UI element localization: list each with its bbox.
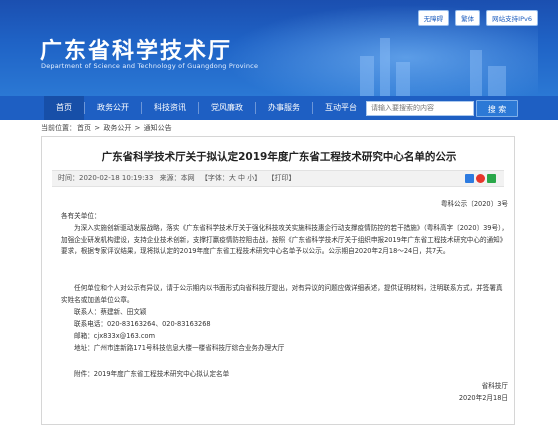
publish-time: 时间：2020-02-18 10:19:33 (58, 174, 154, 182)
breadcrumb-item-home[interactable]: 首页 (77, 124, 91, 132)
issuer: 省科技厅 (481, 382, 508, 390)
paragraph-2: 任何单位和个人对公示有异议，请于公示期内以书面形式向省科技厅提出，对有异议的问题… (61, 284, 503, 304)
font-size-switcher[interactable]: 【字体：大 中 小】 (201, 174, 261, 182)
article-title: 广东省科学技术厅关于拟认定2019年度广东省工程技术研究中心名单的公示 (101, 151, 457, 163)
breadcrumb-separator: > (92, 124, 103, 132)
traditional-chinese-link[interactable]: 繁体 (455, 10, 481, 26)
main-nav: 首页 政务公开 科技资讯 党风廉政 办事服务 互动平台 (0, 96, 558, 120)
share-qzone-icon[interactable] (465, 174, 474, 183)
nav-item-home[interactable]: 首页 (44, 96, 84, 120)
article-meta-bar: 时间：2020-02-18 10:19:33 来源：本网 【字体：大 中 小】 … (52, 170, 504, 187)
breadcrumb-label: 当前位置： (41, 124, 76, 132)
article-source: 来源：本网 (159, 174, 195, 182)
accessibility-link[interactable]: 无障碍 (417, 10, 450, 26)
skyline-decoration (360, 56, 374, 96)
breadcrumb-separator: > (132, 124, 143, 132)
nav-item-interaction[interactable]: 互动平台 (313, 96, 369, 120)
document-number: 粤科公示〔2020〕3号 (440, 200, 508, 208)
issue-date: 2020年2月18日 (458, 394, 508, 402)
skyline-decoration (470, 50, 482, 96)
breadcrumb-item-government-affairs[interactable]: 政务公开 (103, 124, 131, 132)
site-logo-subtitle: Department of Science and Technology of … (41, 62, 259, 70)
contact-email[interactable]: 邮箱：cjx833x@163.com (74, 331, 155, 343)
contact-address: 地址：广州市连新路171号科技信息大楼一楼省科技厅综合业务办理大厅 (74, 344, 285, 352)
attachment-link[interactable]: 附件：2019年度广东省工程技术研究中心拟认定名单 (74, 369, 229, 381)
ipv6-badge[interactable]: 网站支持IPv6 (486, 10, 538, 26)
skyline-decoration (488, 66, 506, 96)
salutation: 各有关单位： (61, 212, 101, 220)
nav-item-services[interactable]: 办事服务 (256, 96, 312, 120)
breadcrumb: 当前位置：首页 > 政务公开 > 通知公告 (41, 123, 173, 133)
breadcrumb-item-notices[interactable]: 通知公告 (144, 124, 172, 132)
share-buttons (465, 174, 496, 183)
site-logo-title[interactable]: 广东省科学技术厅 (40, 33, 232, 65)
contact-phone: 联系电话：020-83163264、020-83163268 (74, 320, 211, 328)
skyline-decoration (396, 62, 410, 96)
contact-person: 联系人：蔡建新、田文颖 (74, 308, 147, 316)
print-link[interactable]: 【打印】 (268, 174, 296, 182)
paragraph-1: 为深入实施创新驱动发展战略，落实《广东省科学技术厅关于强化科技攻关实施科技惠企行… (61, 224, 508, 255)
skyline-decoration (380, 38, 390, 96)
top-links: 无障碍 繁体 网站支持IPv6 (417, 10, 538, 26)
share-wechat-icon[interactable] (487, 174, 496, 183)
search-input[interactable] (366, 101, 474, 116)
site-header: 广东省科学技术厅 Department of Science and Techn… (0, 0, 558, 96)
share-weibo-icon[interactable] (476, 174, 485, 183)
article-panel: 广东省科学技术厅关于拟认定2019年度广东省工程技术研究中心名单的公示 时间：2… (41, 136, 515, 425)
nav-item-party-integrity[interactable]: 党风廉政 (199, 96, 255, 120)
nav-item-government-affairs[interactable]: 政务公开 (85, 96, 141, 120)
search-button[interactable]: 搜 索 (476, 100, 518, 117)
nav-item-sci-tech-news[interactable]: 科技资讯 (142, 96, 198, 120)
